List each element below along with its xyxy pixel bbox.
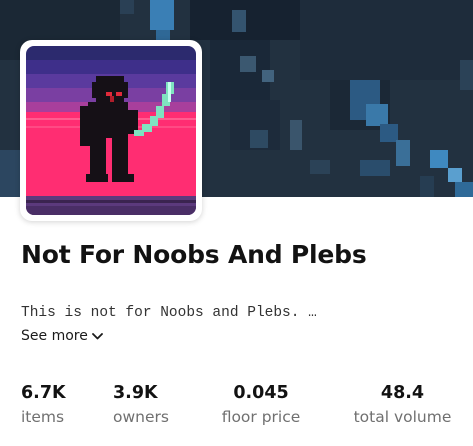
stat-floor-price-value: 0.045: [233, 383, 289, 403]
stat-owners-label: owners: [113, 408, 169, 426]
stat-floor-price-label: floor price: [221, 408, 301, 426]
stat-floor-price: 0.045 floor price: [221, 383, 301, 427]
collection-avatar: [20, 40, 202, 221]
collection-description: This is not for Noobs and Plebs. …: [21, 305, 317, 321]
stat-owners-value: 3.9K: [113, 383, 158, 403]
chevron-down-icon: [91, 332, 103, 340]
stat-owners: 3.9K owners: [113, 383, 169, 427]
avatar-image: [26, 46, 196, 215]
stat-items-value: 6.7K: [21, 383, 66, 403]
see-more-label: See more: [21, 328, 88, 344]
stat-items-label: items: [21, 408, 65, 426]
pixel-art-image: [26, 46, 196, 215]
stat-total-volume-label: total volume: [353, 408, 452, 426]
stat-total-volume: 48.4 total volume: [352, 383, 453, 427]
see-more-button[interactable]: See more: [21, 328, 103, 344]
collection-title: Not For Noobs And Plebs: [21, 240, 367, 269]
stat-items: 6.7K items: [21, 383, 66, 427]
stat-total-volume-value: 48.4: [380, 383, 425, 403]
